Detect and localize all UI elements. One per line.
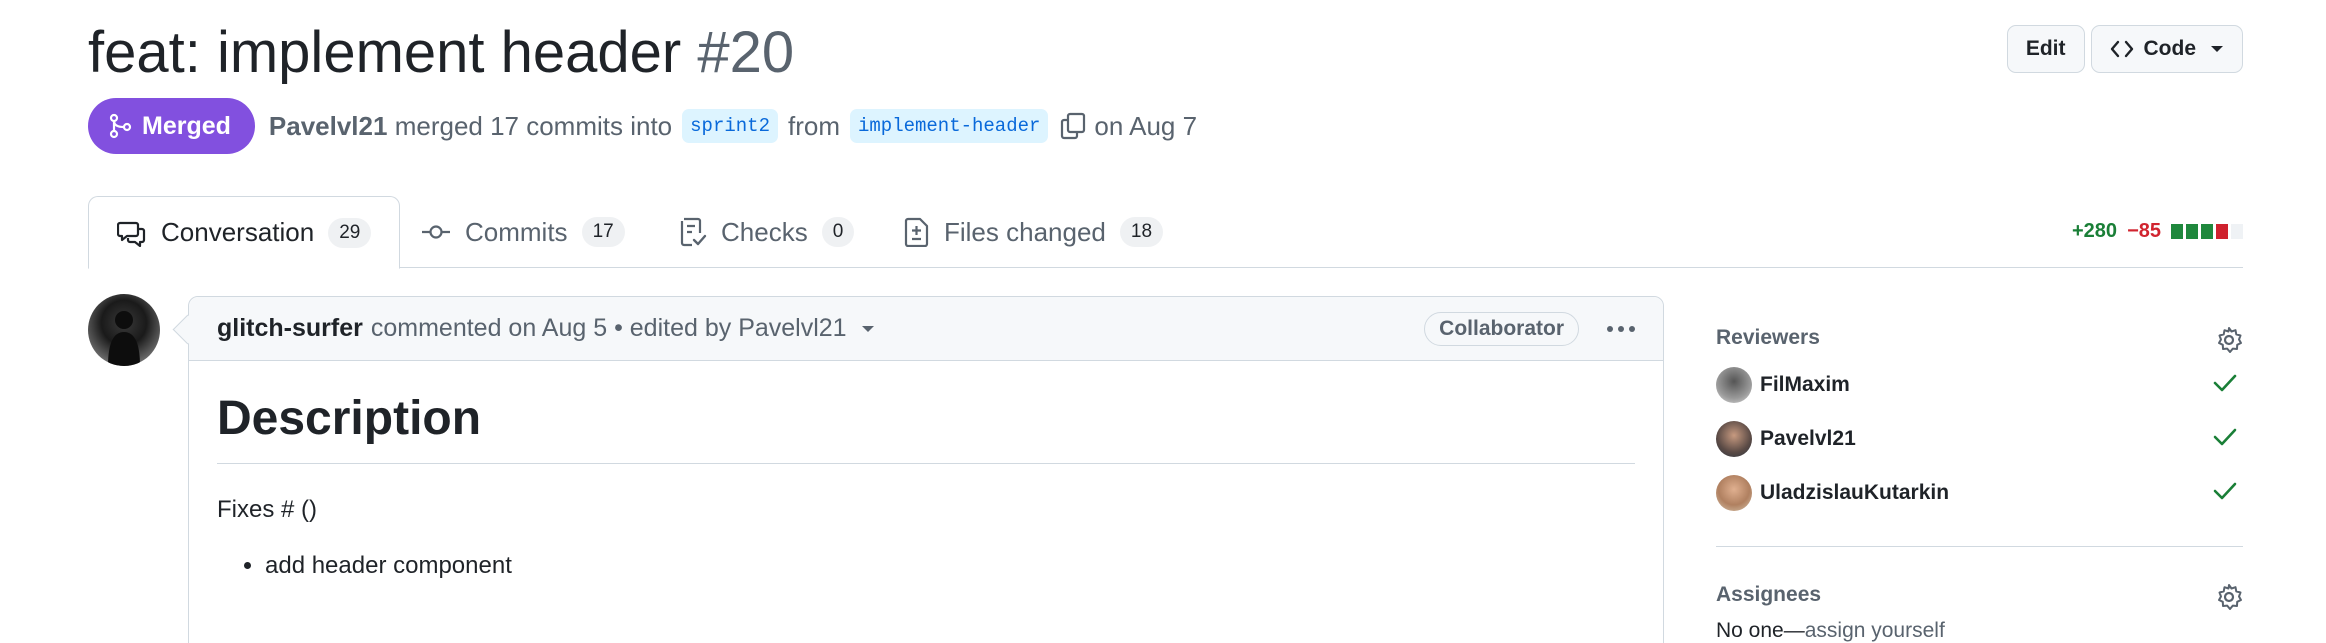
header-actions: Edit Code (2006, 25, 2243, 73)
diffstat-additions: +280 (2072, 220, 2118, 242)
file-diff-icon (904, 217, 929, 247)
diffstat: +280 −85 (2072, 220, 2243, 243)
divider (1716, 546, 2243, 547)
from-text: from (787, 110, 840, 141)
sidebar: Reviewers FilMaxim Pavelvl21 UladzislauK… (1716, 318, 2243, 643)
merge-author-link[interactable]: Pavelvl21 (269, 111, 388, 142)
merge-text: merged 17 commits into (394, 110, 673, 141)
gear-icon[interactable] (2215, 583, 2243, 616)
list-item: add header component (265, 552, 1635, 580)
diffstat-block (2216, 224, 2228, 239)
comment-header: glitch-surfer commented on Aug 5 • edite… (189, 297, 1663, 361)
assignees-section: Assignees No one—assign yourself (1716, 575, 2243, 643)
code-button-label: Code (2143, 37, 2197, 60)
comment-body: Description Fixes # () add header compon… (189, 361, 1663, 610)
reviewers-section: Reviewers FilMaxim Pavelvl21 UladzislauK… (1716, 318, 2243, 520)
pr-title: feat: implement header #20 (88, 20, 794, 86)
edit-button-label: Edit (2025, 37, 2066, 60)
tab-conversation[interactable]: Conversation 29 (88, 196, 401, 269)
pr-meta: Merged Pavelvl21 merged 17 commits into … (88, 98, 1197, 154)
diffstat-block (2186, 224, 2198, 239)
avatar (1716, 367, 1752, 403)
state-label: Merged (142, 111, 231, 140)
avatar (1716, 475, 1752, 511)
tab-commits[interactable]: Commits 17 (421, 196, 625, 268)
triangle-down-icon (861, 325, 874, 332)
tab-commits-count: 17 (581, 217, 625, 247)
diffstat-deletions: −85 (2127, 220, 2161, 242)
base-branch[interactable]: sprint2 (682, 109, 778, 143)
collaborator-badge: Collaborator (1424, 312, 1579, 346)
comment-meta: commented on Aug 5 • (370, 314, 623, 342)
triangle-down-icon (2210, 44, 2224, 54)
check-icon (2213, 427, 2237, 453)
tab-checks[interactable]: Checks 0 (679, 196, 855, 268)
avatar[interactable] (88, 294, 160, 366)
tab-conversation-count: 29 (328, 217, 372, 248)
check-icon (2213, 373, 2237, 399)
git-commit-icon (422, 225, 450, 239)
diffstat-block (2231, 224, 2243, 239)
assignees-value: No one—assign yourself (1716, 619, 2243, 643)
code-button[interactable]: Code (2090, 25, 2243, 73)
tab-files-changed-count: 18 (1119, 217, 1164, 247)
tab-files-changed[interactable]: Files changed 18 (904, 196, 1164, 268)
edit-button[interactable]: Edit (2006, 25, 2085, 73)
diffstat-blocks (2171, 224, 2243, 239)
tab-files-changed-label: Files changed (944, 216, 1106, 247)
assignees-heading[interactable]: Assignees (1716, 575, 2243, 615)
copy-icon[interactable] (1060, 112, 1086, 140)
assignees-empty: No one— (1716, 619, 1805, 642)
state-badge: Merged (88, 98, 255, 154)
reviewer-name: UladzislauKutarkin (1760, 481, 1950, 504)
comment-discussion-icon (117, 221, 146, 247)
comment-heading: Description (217, 391, 1635, 464)
pr-tabs: Conversation 29 Commits 17 Checks 0 File… (88, 196, 2243, 269)
diffstat-block (2201, 224, 2213, 239)
tab-commits-label: Commits (465, 216, 568, 247)
comment-list: add header component (217, 552, 1635, 580)
reviewer-item[interactable]: UladzislauKutarkin (1716, 466, 2243, 520)
diffstat-block (2171, 224, 2183, 239)
reviewer-name: Pavelvl21 (1760, 427, 1856, 450)
gear-icon[interactable] (2215, 326, 2243, 359)
head-branch[interactable]: implement-header (849, 109, 1049, 143)
merge-summary: Pavelvl21 merged 17 commits into sprint2… (269, 109, 1197, 143)
reviewer-item[interactable]: FilMaxim (1716, 358, 2243, 412)
timeline-comment: glitch-surfer commented on Aug 5 • edite… (188, 296, 1664, 643)
comment-paragraph: Fixes # () (217, 496, 318, 523)
pr-title-text: feat: implement header (88, 20, 682, 85)
comment-author-link[interactable]: glitch-surfer (217, 314, 363, 343)
checklist-icon (680, 217, 707, 247)
kebab-horizontal-icon[interactable] (1605, 314, 1637, 351)
tab-conversation-label: Conversation (161, 217, 315, 247)
pr-number: #20 (697, 20, 795, 85)
avatar (1716, 421, 1752, 457)
reviewers-heading[interactable]: Reviewers (1716, 318, 2243, 358)
reviewer-name: FilMaxim (1760, 373, 1850, 396)
merge-date: on Aug 7 (1094, 110, 1198, 141)
reviewer-item[interactable]: Pavelvl21 (1716, 412, 2243, 466)
git-merge-icon (109, 113, 132, 139)
tab-checks-count: 0 (821, 217, 855, 247)
edited-by-text: edited by Pavelvl21 (629, 314, 847, 342)
tab-checks-label: Checks (721, 216, 808, 247)
edited-history-dropdown[interactable]: edited by Pavelvl21 (630, 314, 875, 343)
code-icon (2110, 39, 2134, 59)
check-icon (2213, 481, 2237, 507)
assign-yourself-link[interactable]: assign yourself (1805, 619, 1945, 642)
